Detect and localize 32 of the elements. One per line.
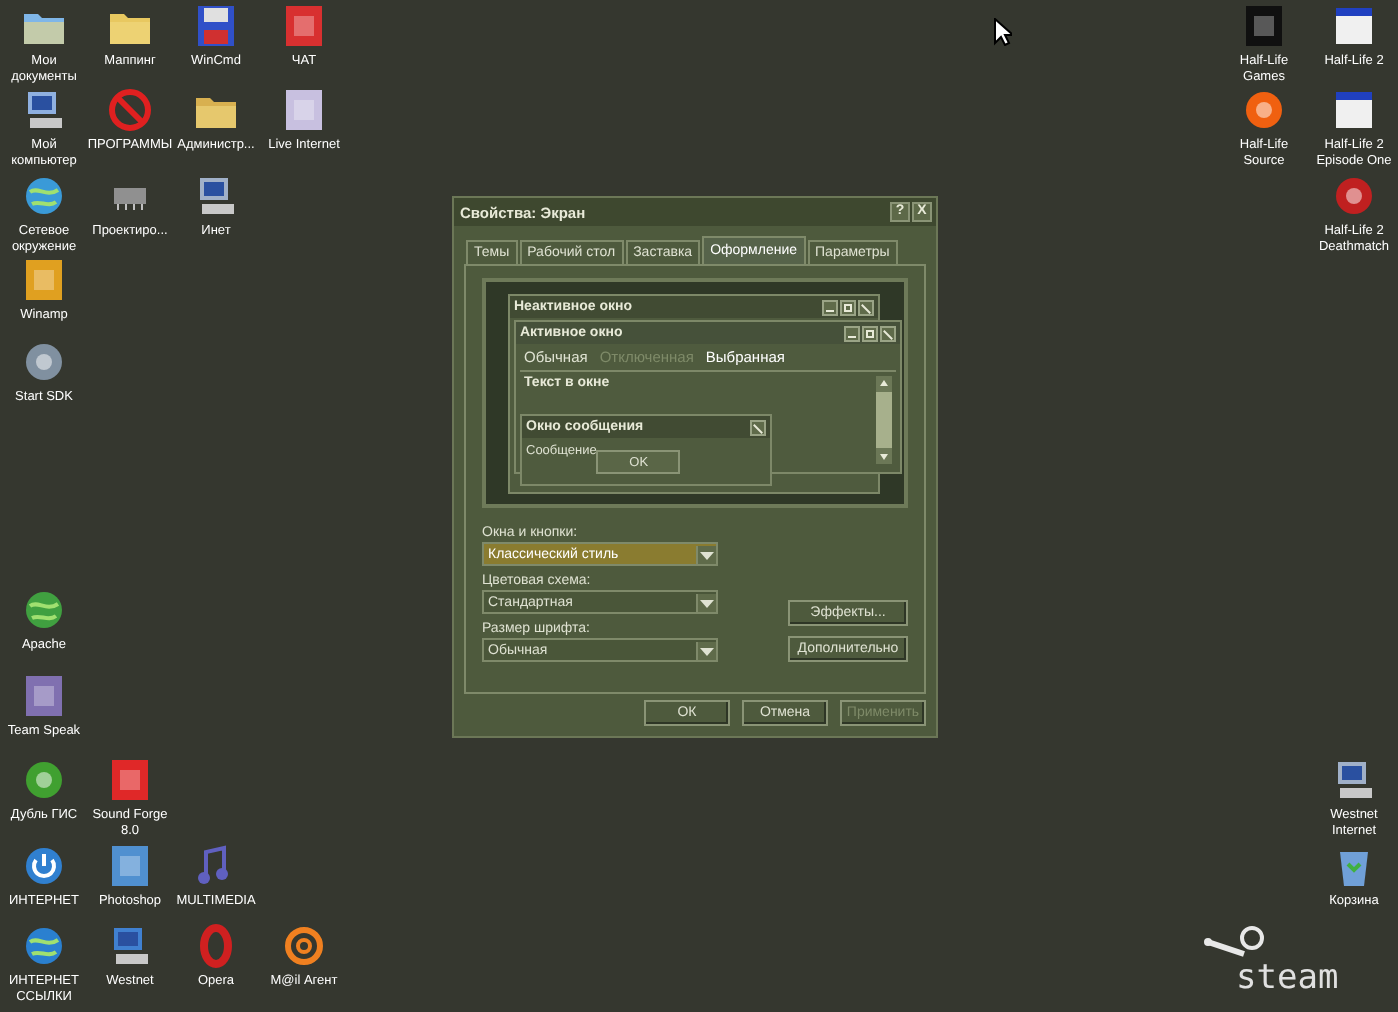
app-icon[interactable]	[108, 758, 152, 802]
at-sign-icon[interactable]	[282, 924, 326, 968]
app-icon[interactable]	[282, 88, 326, 132]
caret-icon	[696, 641, 716, 659]
steam-logo-text: steam	[1236, 960, 1339, 996]
scroll-down-icon[interactable]	[876, 448, 892, 464]
network-icon[interactable]	[108, 924, 152, 968]
window-icon[interactable]	[1332, 88, 1376, 132]
network-computer-icon[interactable]	[1332, 758, 1376, 802]
app-icon[interactable]	[22, 674, 66, 718]
steam-logo-icon	[1204, 924, 1268, 960]
app-icon[interactable]	[1242, 88, 1286, 132]
window-icon[interactable]	[1332, 4, 1376, 48]
globe-icon[interactable]	[22, 924, 66, 968]
app-icon[interactable]	[108, 844, 152, 888]
computer-icon[interactable]	[22, 88, 66, 132]
app-icon[interactable]	[22, 258, 66, 302]
power-icon[interactable]	[22, 844, 66, 888]
network-icon[interactable]	[22, 174, 66, 218]
app-icon[interactable]	[22, 340, 66, 384]
caret-icon	[696, 545, 716, 563]
caret-icon	[696, 593, 716, 611]
prohibited-icon[interactable]	[108, 88, 152, 132]
cursor-icon	[994, 18, 1012, 46]
scroll-up-icon[interactable]	[876, 376, 892, 392]
app-icon[interactable]	[22, 758, 66, 802]
network-computer-icon[interactable]	[194, 174, 238, 218]
globe-icon[interactable]	[22, 588, 66, 632]
app-icon[interactable]	[1332, 174, 1376, 218]
app-icon[interactable]	[282, 4, 326, 48]
minimize-icon	[844, 325, 860, 341]
minimize-icon	[822, 299, 838, 315]
